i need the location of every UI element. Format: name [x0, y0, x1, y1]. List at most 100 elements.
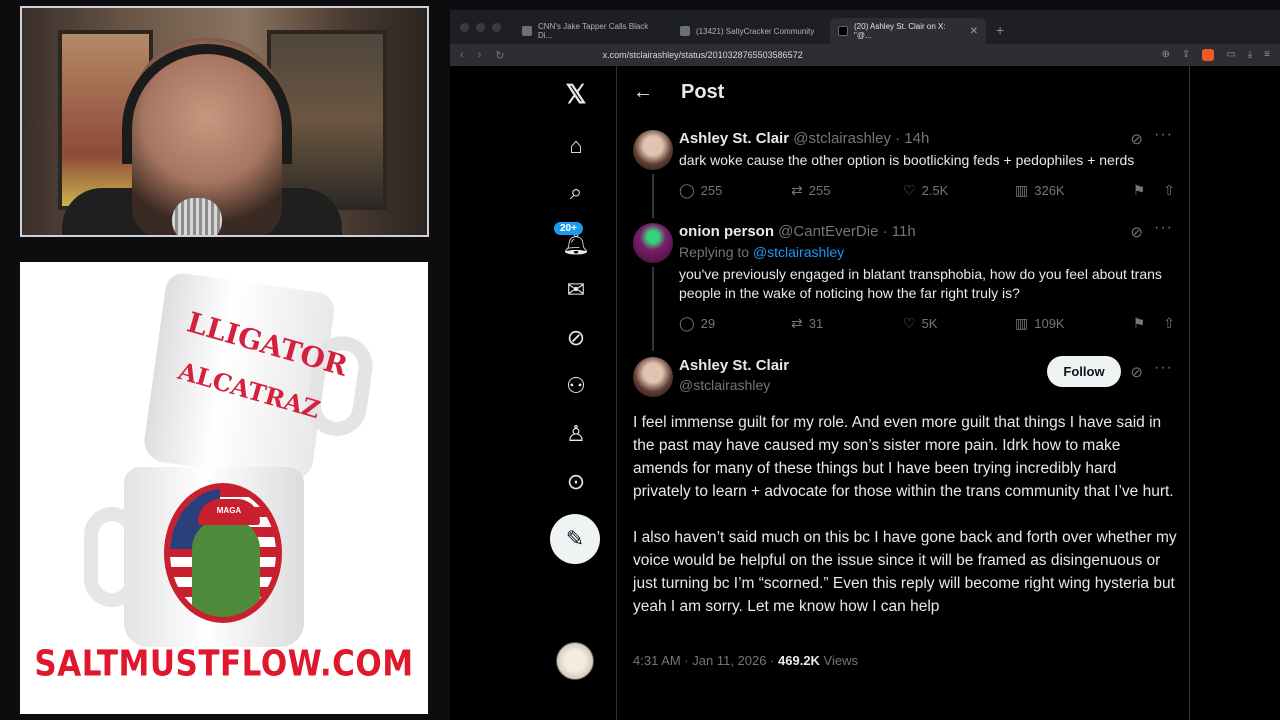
close-window-button[interactable]	[460, 23, 469, 32]
flag-gator-badge: MAGA	[164, 483, 282, 623]
page-title: Post	[681, 80, 725, 103]
tweet-time[interactable]: · 14h	[895, 130, 929, 147]
browser-toolbar: ⊕ ⇪ ▭ ⤓ ≡	[1162, 49, 1270, 61]
brave-shield-icon[interactable]	[1202, 49, 1215, 61]
grok-explain-icon[interactable]: ⊘	[1130, 130, 1143, 148]
share-icon[interactable]: ⇪	[1182, 49, 1190, 61]
reply-button[interactable]: ◯ 255	[679, 182, 791, 199]
new-tab-button[interactable]: +	[996, 22, 1004, 38]
messages-icon[interactable]: ✉	[558, 272, 594, 308]
views-icon: ▥	[1015, 182, 1029, 198]
webcam-feed	[20, 6, 429, 237]
author-handle[interactable]: @CantEverDie	[778, 223, 878, 240]
author-handle[interactable]: @stclairashley	[793, 130, 891, 147]
minimize-window-button[interactable]	[476, 23, 485, 32]
mug-bottom-image: MAGA	[84, 467, 304, 647]
tab-cnn[interactable]: CNN's Jake Tapper Calls Black Di...	[514, 18, 670, 44]
x-logo-icon[interactable]: 𝕏	[558, 76, 594, 112]
like-count: 2.5K	[921, 183, 949, 198]
grok-explain-icon[interactable]: ⊘	[1130, 363, 1143, 381]
heart-icon: ♡	[903, 182, 916, 198]
share-icon[interactable]: ⇧	[1163, 315, 1175, 332]
like-button[interactable]: ♡ 2.5K	[903, 182, 1015, 199]
tweet-text: dark woke cause the other option is boot…	[679, 152, 1135, 168]
bookmark-icon[interactable]: ⚑	[1133, 315, 1146, 332]
replying-to-label: Replying to	[679, 244, 753, 260]
tweet-header: Ashley St. Clair @stclairashley · 14h	[679, 130, 929, 147]
download-icon[interactable]: ⤓	[1248, 49, 1252, 61]
search-icon[interactable]: ⌕	[558, 174, 594, 210]
grok-explain-icon[interactable]: ⊘	[1130, 223, 1143, 241]
tweet-paragraph: I also haven’t said much on this bc I ha…	[633, 529, 1177, 615]
home-icon[interactable]: ⌂	[558, 128, 594, 164]
more-icon[interactable]: ···	[1154, 219, 1173, 237]
tweet-timestamp[interactable]: 4:31 AM · Jan 11, 2026 ·	[633, 653, 778, 668]
forward-nav-icon[interactable]: ›	[478, 49, 482, 61]
reply-icon: ◯	[679, 315, 695, 331]
views-label: Views	[819, 653, 858, 668]
like-count: 5K	[921, 316, 938, 331]
view-count: 326K	[1034, 183, 1065, 198]
replying-to: Replying to @stclairashley	[679, 244, 844, 260]
tweet-end-actions: ⚑ ⇧	[1133, 315, 1175, 332]
share-icon[interactable]: ⇧	[1163, 182, 1175, 199]
author-name[interactable]: onion person	[679, 223, 774, 240]
back-nav-icon[interactable]: ‹	[460, 49, 464, 61]
tab-saltycracker[interactable]: (13421) SaltyCracker Community	[672, 18, 828, 44]
post-column: ← Post Ashley St. Clair @stclairashley ·…	[616, 66, 1190, 720]
close-tab-icon[interactable]: ✕	[970, 26, 978, 37]
more-icon[interactable]: ···	[1154, 359, 1173, 377]
repost-button[interactable]: ⇄ 255	[791, 182, 903, 199]
maximize-window-button[interactable]	[492, 23, 501, 32]
tweet-end-actions: ⚑ ⇧	[1133, 182, 1175, 199]
communities-icon[interactable]: ⚇	[558, 368, 594, 404]
profile-icon[interactable]: ♙	[558, 416, 594, 452]
author-handle[interactable]: @stclairashley	[679, 377, 770, 393]
replying-to-handle[interactable]: @stclairashley	[753, 244, 844, 260]
tweet-text: I feel immense guilt for my role. And ev…	[633, 411, 1177, 641]
grok-icon[interactable]: ⊘	[558, 320, 594, 356]
avatar[interactable]	[633, 223, 673, 263]
repost-button[interactable]: ⇄ 31	[791, 315, 903, 332]
thread-connector	[652, 267, 654, 351]
bookmark-icon[interactable]: ⚑	[1133, 182, 1146, 199]
menu-icon[interactable]: ≡	[1264, 49, 1270, 61]
like-button[interactable]: ♡ 5K	[903, 315, 1015, 332]
notifications-badge: 20+	[554, 222, 583, 235]
back-arrow-icon[interactable]: ←	[633, 81, 653, 104]
tab-label: CNN's Jake Tapper Calls Black Di...	[538, 22, 649, 40]
thread-tweet-2[interactable]: onion person @CantEverDie · 11h ⊘ ··· Re…	[633, 219, 1177, 351]
more-icon[interactable]: ···	[1154, 126, 1173, 144]
address-bar: ‹ › ↻ x.com/stclairashley/status/2010328…	[450, 44, 1280, 66]
follow-button[interactable]: Follow	[1047, 356, 1121, 387]
reply-icon: ◯	[679, 182, 695, 198]
post-header: ← Post	[617, 66, 1189, 118]
author-name[interactable]: Ashley St. Clair	[679, 357, 789, 374]
tab-x-post[interactable]: (20) Ashley St. Clair on X: "@... ✕	[830, 18, 986, 44]
author-name[interactable]: Ashley St. Clair	[679, 130, 789, 147]
url-field[interactable]: x.com/stclairashley/status/2010328765503…	[603, 50, 803, 60]
avatar[interactable]	[633, 357, 673, 397]
reply-button[interactable]: ◯ 29	[679, 315, 791, 332]
merch-promo: LLIGATOR ALCATRAZ MAGA SALTMUSTFLOW.COM	[20, 262, 428, 714]
zoom-icon[interactable]: ⊕	[1162, 49, 1170, 61]
account-avatar[interactable]	[556, 642, 594, 680]
compose-post-button[interactable]: ✎	[550, 514, 600, 564]
reply-count: 255	[700, 183, 723, 198]
view-count: 109K	[1034, 316, 1065, 331]
reload-icon[interactable]: ↻	[495, 49, 504, 62]
tweet-text: you've previously engaged in blatant tra…	[679, 266, 1162, 301]
views-button[interactable]: ▥ 109K	[1015, 315, 1127, 332]
tweet-time[interactable]: · 11h	[883, 223, 916, 240]
thread-tweet-1[interactable]: Ashley St. Clair @stclairashley · 14h ⊘ …	[633, 126, 1177, 218]
tab-bar: CNN's Jake Tapper Calls Black Di... (134…	[450, 10, 1280, 44]
x-sidebar: 𝕏 ⌂ ⌕ 🔔︎ 20+ ✉ ⊘ ⚇ ♙ ⊙ ✎	[548, 76, 604, 716]
sidebar-icon[interactable]: ▭	[1226, 49, 1235, 61]
more-options-icon[interactable]: ⊙	[558, 464, 594, 500]
avatar[interactable]	[633, 130, 673, 170]
views-button[interactable]: ▥ 326K	[1015, 182, 1127, 199]
reply-count: 29	[700, 316, 716, 331]
repost-count: 31	[808, 316, 824, 331]
tweet-header: onion person @CantEverDie · 11h	[679, 223, 916, 240]
promo-url: SALTMUSTFLOW.COM	[34, 643, 414, 685]
